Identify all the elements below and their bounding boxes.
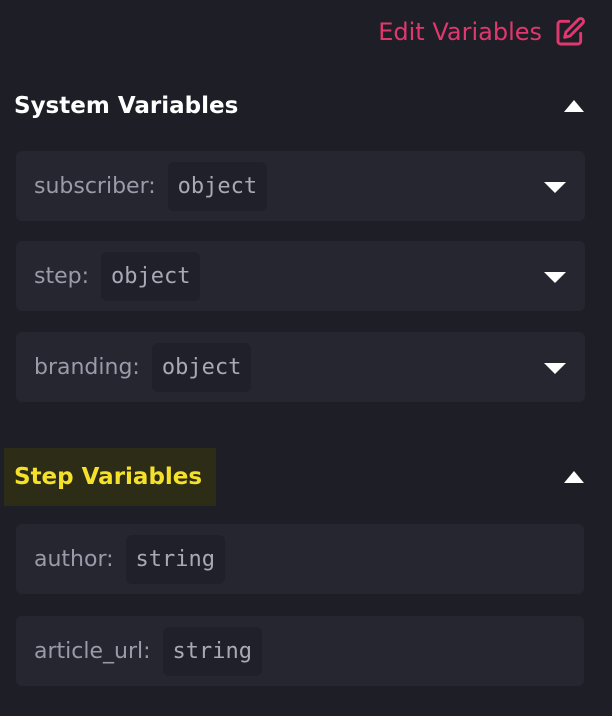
caret-down-icon[interactable] (544, 269, 566, 283)
variable-row-branding[interactable]: branding: object (16, 332, 585, 402)
caret-down-icon[interactable] (544, 179, 566, 193)
variable-name: step: (34, 263, 89, 289)
variable-row-subscriber[interactable]: subscriber: object (16, 151, 585, 221)
system-variables-header[interactable]: System Variables (0, 76, 612, 136)
variable-type: object (151, 342, 252, 392)
edit-variables-button[interactable]: Edit Variables (378, 16, 586, 48)
variable-row-article-url[interactable]: article_url: string (16, 616, 584, 686)
variable-name: branding: (34, 354, 140, 380)
variable-type: string (162, 626, 263, 676)
variable-type: string (125, 534, 226, 584)
step-variables-header[interactable]: Step Variables (0, 445, 612, 509)
variable-row-author[interactable]: author: string (16, 524, 584, 594)
caret-down-icon[interactable] (544, 360, 566, 374)
edit-variables-label: Edit Variables (378, 18, 542, 46)
variable-name: subscriber: (34, 173, 156, 199)
system-variables-title: System Variables (14, 93, 239, 119)
caret-up-icon[interactable] (563, 95, 585, 117)
variable-name: author: (34, 546, 114, 572)
step-variables-title: Step Variables (4, 448, 217, 506)
variable-name: article_url: (34, 638, 151, 664)
edit-square-icon (554, 16, 586, 48)
variable-type: object (167, 161, 268, 211)
variable-row-step[interactable]: step: object (16, 241, 585, 311)
caret-up-icon[interactable] (563, 466, 585, 488)
variable-type: object (101, 251, 201, 301)
variables-panel: Edit Variables System Variables subscrib… (0, 0, 612, 716)
